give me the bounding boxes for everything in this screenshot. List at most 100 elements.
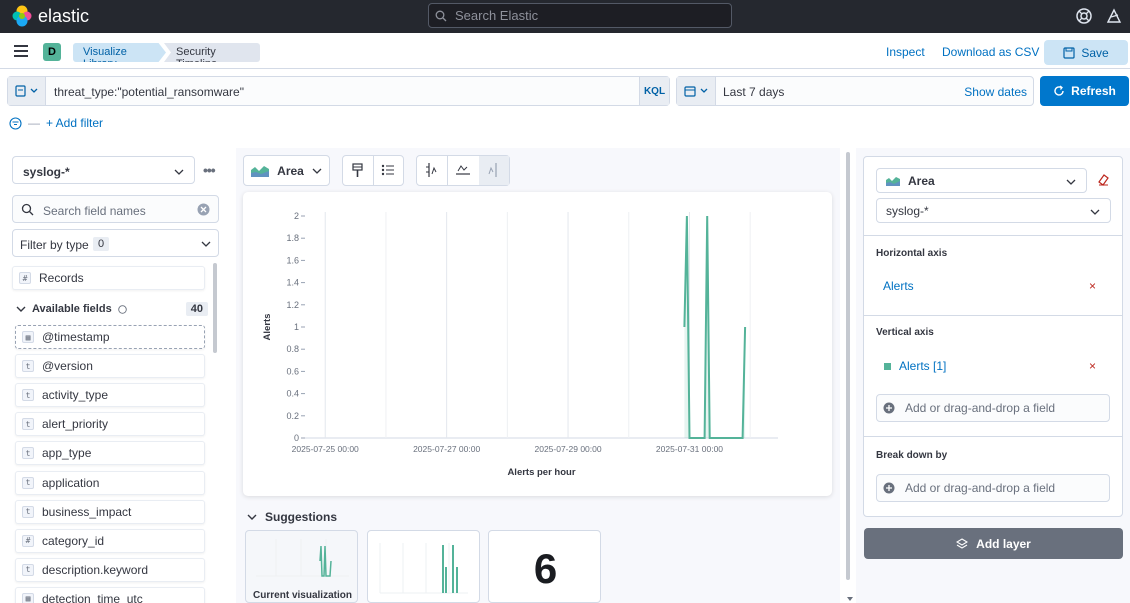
chevron-down-icon xyxy=(247,514,257,520)
filter-by-type-button[interactable]: Filter by type 0 xyxy=(12,229,219,257)
available-fields-header[interactable]: Available fields 40 xyxy=(16,300,208,318)
save-label: Save xyxy=(1081,45,1109,60)
query-bar: threat_type:"potential_ransomware" KQL xyxy=(7,76,670,106)
layer-chart-type-label: Area xyxy=(908,173,935,188)
query-language-button[interactable]: KQL xyxy=(639,77,669,105)
field-item[interactable]: ▦ @timestamp xyxy=(15,325,205,349)
clear-icon[interactable] xyxy=(197,203,210,216)
refresh-icon xyxy=(1054,85,1064,96)
brand-name: elastic xyxy=(38,5,90,26)
field-item[interactable]: t application xyxy=(15,470,205,495)
string-type-icon: t xyxy=(22,563,34,576)
chart-type-label: Area xyxy=(277,163,304,178)
y-tick-label: 0.8 xyxy=(286,344,299,354)
space-avatar[interactable]: D xyxy=(43,43,61,61)
chevron-down-icon xyxy=(174,169,184,175)
saved-query-button[interactable] xyxy=(8,77,46,105)
add-filter-button[interactable]: + Add filter xyxy=(46,116,103,130)
field-item[interactable]: t @version xyxy=(15,354,205,379)
vertical-axis-dimension[interactable]: Alerts [1] × xyxy=(876,352,1110,380)
filter-by-type-label: Filter by type xyxy=(20,238,89,252)
remove-dimension-icon[interactable]: × xyxy=(1089,279,1096,293)
breadcrumb-visualize-library[interactable]: Visualize Library xyxy=(73,43,166,62)
suggestion-metric[interactable]: 6 xyxy=(488,530,601,603)
query-input[interactable]: threat_type:"potential_ransomware" xyxy=(54,85,244,99)
remove-dimension-icon[interactable]: × xyxy=(1089,359,1096,373)
series-color-swatch[interactable] xyxy=(884,362,891,370)
filter-row: — + Add filter xyxy=(9,116,103,130)
horizontal-axis-dimension[interactable]: Alerts × xyxy=(876,272,1110,300)
horizontal-axis-value[interactable]: Alerts xyxy=(883,279,914,293)
vertical-axis-title: Vertical axis xyxy=(876,327,934,338)
chart-type-switcher[interactable]: Area xyxy=(243,155,330,186)
area-chart-icon xyxy=(251,166,270,177)
y-tick-label: 2 xyxy=(294,211,299,221)
suggestion-thumbnail xyxy=(379,543,468,594)
field-item[interactable]: t alert_priority xyxy=(15,412,205,437)
chevron-down-icon xyxy=(16,306,26,312)
field-name: application xyxy=(42,475,100,490)
y-tick-label: 1.2 xyxy=(286,300,299,310)
refresh-label: Refresh xyxy=(1071,84,1116,98)
field-name: alert_priority xyxy=(42,417,109,432)
toolbar-divider xyxy=(373,156,374,185)
string-type-icon: t xyxy=(22,418,34,431)
index-pattern-select[interactable]: syslog-* xyxy=(12,156,195,184)
layer-chart-type-select[interactable]: Area xyxy=(876,168,1087,193)
area-chart[interactable]: 0 0.2 0.4 0.6 0.8 1 1.2 1.4 1.6 1.8 2 2025-07-25 00… xyxy=(243,192,832,496)
records-field[interactable]: # Records xyxy=(12,266,205,290)
delete-layer-icon[interactable] xyxy=(1097,173,1110,186)
quick-select-button[interactable] xyxy=(677,77,716,105)
left-axis-icon[interactable] xyxy=(424,162,438,178)
scroll-down-arrow[interactable] xyxy=(847,597,853,601)
field-item[interactable]: t app_type xyxy=(15,441,205,466)
x-tick-label: 2025-07-31 00:00 xyxy=(656,444,723,454)
field-item[interactable]: t description.keyword xyxy=(15,557,205,582)
chevron-down-icon xyxy=(30,88,38,93)
help-icon[interactable] xyxy=(1075,7,1093,25)
field-name: @timestamp xyxy=(42,330,110,344)
section-divider xyxy=(864,436,1122,437)
paint-brush-icon[interactable] xyxy=(351,163,364,178)
y-tick-label: 0.2 xyxy=(286,411,299,421)
add-layer-button[interactable]: Add layer xyxy=(864,528,1123,559)
vertical-axis-value[interactable]: Alerts [1] xyxy=(899,359,946,373)
workspace-scrollbar[interactable] xyxy=(846,152,850,580)
show-dates-link[interactable]: Show dates xyxy=(964,85,1027,99)
y-axis-title: Alerts xyxy=(262,314,273,341)
suggestion-current-visualization[interactable]: Current visualization xyxy=(245,530,358,603)
field-item[interactable]: t activity_type xyxy=(15,383,205,408)
chevron-down-icon xyxy=(201,241,211,247)
save-button[interactable]: Save xyxy=(1044,40,1128,65)
menu-toggle-icon[interactable] xyxy=(14,45,28,57)
suggestions-header[interactable]: Suggestions xyxy=(247,510,337,524)
filter-separator: — xyxy=(28,116,40,130)
field-search-input[interactable]: Search field names xyxy=(12,195,219,223)
date-range-label[interactable]: Last 7 days xyxy=(723,85,784,99)
newsfeed-icon[interactable] xyxy=(1105,7,1123,25)
inspect-link[interactable]: Inspect xyxy=(886,45,925,59)
list-icon[interactable] xyxy=(381,163,395,177)
field-item[interactable]: t business_impact xyxy=(15,499,205,524)
more-actions-icon[interactable]: ••• xyxy=(203,162,216,178)
filter-options-icon[interactable] xyxy=(9,116,22,130)
chevron-down-icon xyxy=(312,168,322,174)
suggestion-bar-chart[interactable] xyxy=(367,530,480,603)
field-item[interactable]: ▦ detection_time_utc xyxy=(15,586,205,603)
layers-icon xyxy=(956,537,969,549)
global-search-input[interactable]: Search Elastic xyxy=(428,3,732,28)
available-fields-label: Available fields xyxy=(32,303,112,315)
filter-count-badge: 0 xyxy=(93,237,110,251)
bottom-axis-icon[interactable] xyxy=(455,162,471,178)
break-down-add-field[interactable]: Add or drag-and-drop a field xyxy=(876,474,1110,502)
elastic-logo[interactable]: elastic xyxy=(12,5,89,27)
vertical-axis-add-field[interactable]: Add or drag-and-drop a field xyxy=(876,394,1110,422)
field-list-scrollbar[interactable] xyxy=(213,263,217,353)
search-icon xyxy=(435,10,447,21)
layer-index-pattern-select[interactable]: syslog-* xyxy=(876,198,1111,223)
field-item[interactable]: # category_id xyxy=(15,528,205,553)
refresh-button[interactable]: Refresh xyxy=(1040,76,1129,106)
string-type-icon: t xyxy=(22,389,34,402)
add-layer-label: Add layer xyxy=(976,536,1031,551)
download-csv-link[interactable]: Download as CSV xyxy=(942,45,1039,59)
